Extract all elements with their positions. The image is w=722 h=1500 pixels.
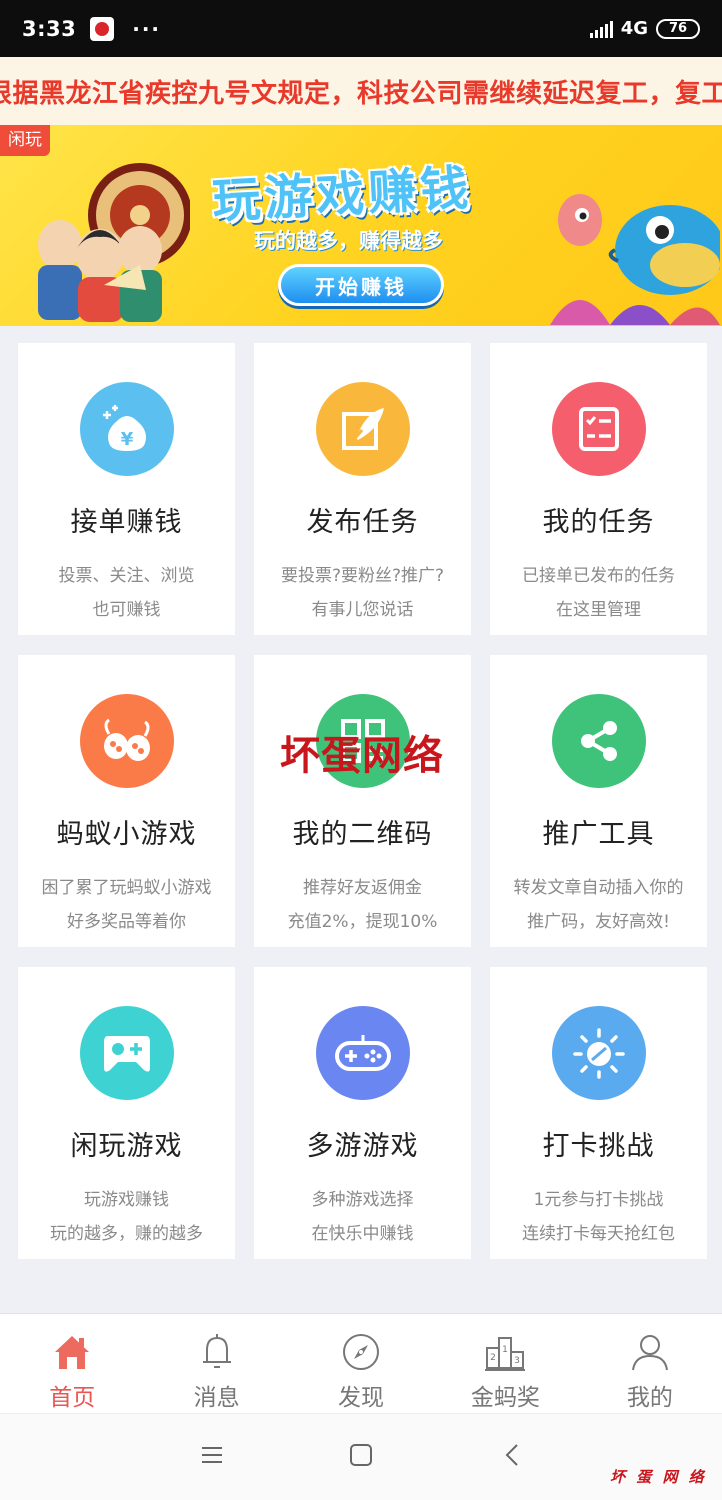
card-description: 1元参与打卡挑战 连续打卡每天抢红包 bbox=[522, 1183, 675, 1251]
podium-icon: 1 2 3 bbox=[485, 1337, 526, 1371]
notice-text: 根据黑龙江省疾控九号文规定，科技公司需继续延迟复工，复工 bbox=[0, 78, 722, 109]
card-promotion-tools[interactable]: 推广工具 转发文章自动插入你的 推广码，友好高效! bbox=[490, 655, 707, 947]
ant-game-icon bbox=[79, 694, 174, 788]
bell-icon bbox=[202, 1334, 231, 1368]
home-icon bbox=[55, 1336, 90, 1369]
card-title: 多游游戏 bbox=[306, 1131, 419, 1162]
card-desc-line: 多种游戏选择 bbox=[311, 1190, 414, 1210]
card-title: 接单赚钱 bbox=[70, 507, 183, 538]
tab-messages[interactable]: 消息 bbox=[144, 1314, 288, 1413]
status-bar: 3:33 ··· 4G 76 bbox=[0, 0, 722, 57]
card-desc-line: 玩的越多，赚的越多 bbox=[50, 1224, 203, 1244]
tab-golden-ant-award[interactable]: 1 2 3 金蚂奖 bbox=[433, 1314, 577, 1413]
banner-tag: 闲玩 bbox=[0, 125, 50, 156]
signal-icon bbox=[589, 20, 613, 38]
card-desc-line: 充值2%，提现10% bbox=[287, 912, 438, 932]
compass-icon bbox=[343, 1334, 380, 1370]
card-description: 多种游戏选择 在快乐中赚钱 bbox=[312, 1183, 414, 1251]
banner-title: 玩游戏赚钱 bbox=[210, 160, 474, 230]
card-desc-line: 玩游戏赚钱 bbox=[84, 1190, 169, 1210]
battery-icon: 76 bbox=[656, 18, 700, 39]
tab-profile[interactable]: 我的 bbox=[578, 1314, 722, 1413]
card-description: 玩游戏赚钱 玩的越多，赚的越多 bbox=[50, 1183, 203, 1251]
card-desc-line: 有事儿您说话 bbox=[311, 600, 414, 620]
more-notifications-icon: ··· bbox=[132, 16, 162, 41]
controller-icon bbox=[315, 1006, 410, 1100]
share-icon bbox=[551, 694, 646, 788]
fish-illustration bbox=[550, 194, 720, 325]
money-bag-icon: ¥ bbox=[79, 382, 174, 476]
back-icon[interactable] bbox=[500, 1442, 526, 1468]
card-checkin-challenge[interactable]: 打卡挑战 1元参与打卡挑战 连续打卡每天抢红包 bbox=[490, 967, 707, 1259]
card-xianwan-games[interactable]: 闲玩游戏 玩游戏赚钱 玩的越多，赚的越多 bbox=[18, 967, 235, 1259]
card-title: 我的任务 bbox=[542, 507, 655, 538]
card-desc-line: 在这里管理 bbox=[556, 600, 641, 620]
banner-subtitle: 玩的越多，赚得越多 bbox=[254, 229, 443, 253]
card-description: 已接单已发布的任务 在这里管理 bbox=[522, 559, 675, 627]
card-description: 困了累了玩蚂蚁小游戏 好多奖品等着你 bbox=[42, 871, 212, 939]
card-description: 要投票?要粉丝?推广? 有事儿您说话 bbox=[281, 559, 444, 627]
card-title: 发布任务 bbox=[306, 507, 419, 538]
card-publish-task[interactable]: 发布任务 要投票?要粉丝?推广? 有事儿您说话 bbox=[254, 343, 471, 635]
user-icon bbox=[631, 1335, 668, 1371]
status-time: 3:33 bbox=[22, 16, 77, 41]
card-desc-line: 在快乐中赚钱 bbox=[311, 1224, 414, 1244]
sun-clock-icon bbox=[551, 1006, 646, 1100]
characters-illustration bbox=[38, 163, 190, 322]
gamepad-plus-icon bbox=[79, 1006, 174, 1100]
tab-home[interactable]: 首页 bbox=[0, 1314, 144, 1413]
tab-label: 金蚂奖 bbox=[470, 1385, 540, 1411]
checklist-icon bbox=[551, 382, 646, 476]
card-description: 推荐好友返佣金 充值2%，提现10% bbox=[288, 871, 438, 939]
card-ant-games[interactable]: 蚂蚁小游戏 困了累了玩蚂蚁小游戏 好多奖品等着你 bbox=[18, 655, 235, 947]
svg-text:3: 3 bbox=[515, 1356, 521, 1366]
card-desc-line: 1元参与打卡挑战 bbox=[533, 1190, 664, 1210]
tab-label: 我的 bbox=[626, 1385, 673, 1411]
card-desc-line: 好多奖品等着你 bbox=[67, 912, 186, 932]
card-desc-line: 要投票?要粉丝?推广? bbox=[280, 566, 445, 586]
notice-bar[interactable]: 根据黑龙江省疾控九号文规定，科技公司需继续延迟复工，复工 bbox=[0, 57, 722, 125]
card-title: 打卡挑战 bbox=[542, 1131, 655, 1162]
card-take-orders[interactable]: ¥ 接单赚钱 投票、关注、浏览 也可赚钱 bbox=[18, 343, 235, 635]
watermark: 坏蛋网络 bbox=[280, 732, 444, 779]
network-type: 4G bbox=[620, 18, 648, 39]
watermark-bottom: 坏 蛋 网 络 bbox=[610, 1468, 707, 1486]
card-title: 闲玩游戏 bbox=[70, 1131, 183, 1162]
card-title: 我的二维码 bbox=[292, 819, 433, 850]
card-description: 投票、关注、浏览 也可赚钱 bbox=[59, 559, 195, 627]
card-desc-line: 已接单已发布的任务 bbox=[522, 566, 675, 586]
tab-discover[interactable]: 发现 bbox=[289, 1314, 433, 1413]
card-desc-line: 困了累了玩蚂蚁小游戏 bbox=[41, 878, 212, 898]
tab-label: 首页 bbox=[49, 1385, 96, 1411]
svg-text:¥: ¥ bbox=[120, 429, 133, 450]
card-title: 推广工具 bbox=[542, 819, 655, 850]
feather-edit-icon bbox=[315, 382, 410, 476]
card-desc-line: 也可赚钱 bbox=[92, 600, 161, 620]
card-duoyou-games[interactable]: 多游游戏 多种游戏选择 在快乐中赚钱 bbox=[254, 967, 471, 1259]
home-button-icon[interactable] bbox=[348, 1442, 374, 1468]
menu-icon[interactable] bbox=[199, 1442, 225, 1468]
card-desc-line: 推荐好友返佣金 bbox=[302, 878, 422, 898]
svg-text:2: 2 bbox=[491, 1353, 497, 1363]
card-desc-line: 推广码，友好高效! bbox=[527, 912, 670, 932]
feature-grid: ¥ 接单赚钱 投票、关注、浏览 也可赚钱 发布任务 要投票?要粉丝?推广? 有事… bbox=[18, 343, 708, 1259]
card-title: 蚂蚁小游戏 bbox=[56, 819, 197, 850]
card-desc-line: 投票、关注、浏览 bbox=[58, 566, 195, 586]
card-my-qrcode[interactable]: 我的二维码 推荐好友返佣金 充值2%，提现10% bbox=[254, 655, 471, 947]
tab-label: 消息 bbox=[193, 1385, 240, 1411]
svg-text:1: 1 bbox=[503, 1345, 509, 1355]
card-description: 转发文章自动插入你的 推广码，友好高效! bbox=[514, 871, 684, 939]
promo-banner[interactable]: 闲玩 玩游戏赚钱 玩的越多，赚得越多 开始赚钱 bbox=[0, 125, 722, 326]
tab-label: 发现 bbox=[338, 1385, 385, 1411]
bottom-tab-bar: 首页 消息 发现 1 2 3 金蚂奖 我的 bbox=[0, 1313, 722, 1413]
app-notification-icon bbox=[90, 16, 115, 41]
card-desc-line: 连续打卡每天抢红包 bbox=[522, 1224, 675, 1244]
card-my-tasks[interactable]: 我的任务 已接单已发布的任务 在这里管理 bbox=[490, 343, 707, 635]
card-desc-line: 转发文章自动插入你的 bbox=[513, 878, 684, 898]
start-earning-button[interactable]: 开始赚钱 bbox=[278, 264, 444, 306]
